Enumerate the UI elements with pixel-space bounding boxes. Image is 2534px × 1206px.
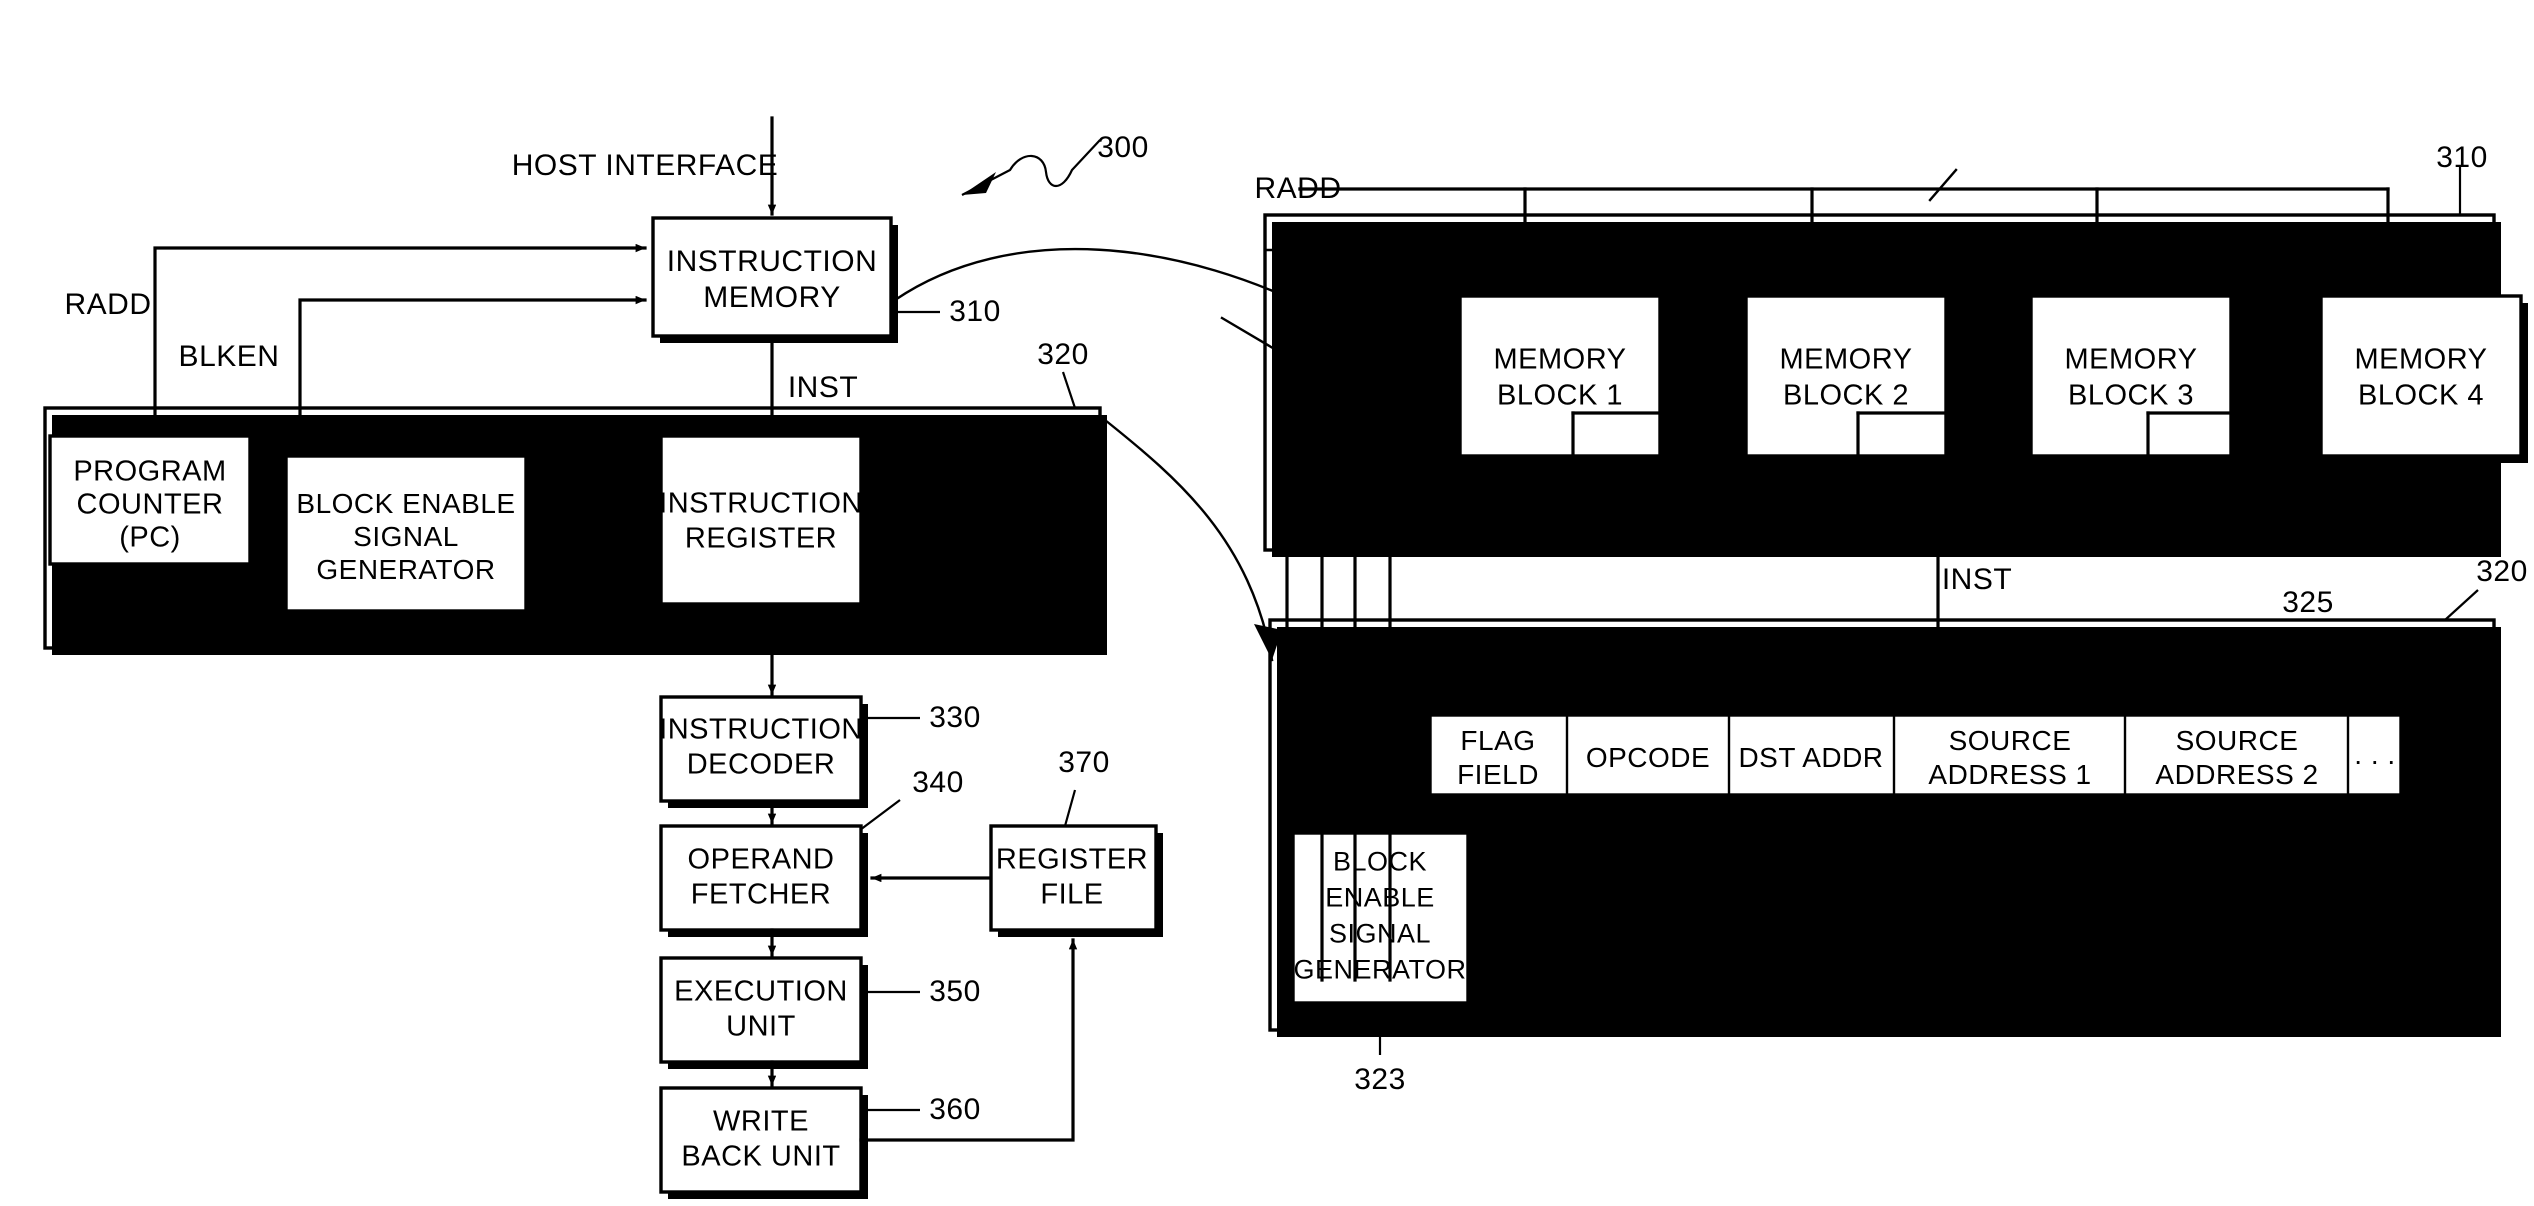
ref-register-file: 370: [1058, 745, 1110, 779]
ref-dst-addr: 327-3: [1771, 646, 1851, 680]
memory-block-1-line2: BLOCK 1: [1497, 379, 1623, 412]
memory-block-1-line1: MEMORY: [1493, 343, 1627, 376]
ref-instruction-fetch-unit: 320: [1037, 337, 1089, 371]
source-address-2-line2: ADDRESS 2: [2155, 759, 2319, 791]
ref-memory-block-3: 310-3: [2130, 225, 2210, 259]
operand-fetcher-line2: FETCHER: [690, 878, 832, 911]
opcode-field: OPCODE: [1585, 742, 1711, 774]
memory-block-2-line1: MEMORY: [1779, 343, 1913, 376]
ref-memory-container: 310: [2436, 140, 2488, 174]
ref-instruction-decoder: 330: [929, 700, 981, 734]
besg-right-line4: GENERATOR: [1293, 954, 1467, 985]
instruction-decoder-line2: DECODER: [686, 748, 836, 781]
instruction-decoder-line1: INSTRUCTION: [659, 713, 863, 746]
blksel-label-left: BLKSEL: [538, 480, 656, 514]
blken4-label: BLKEN4: [2225, 501, 2341, 534]
inst-label-left: INST: [787, 370, 859, 404]
source-address-1-line1: SOURCE: [1948, 725, 2072, 757]
memory-block-3-line2: BLOCK 3: [2068, 379, 2194, 412]
register-file-line1: REGISTER: [995, 843, 1149, 876]
source-address-2-line1: SOURCE: [2175, 725, 2299, 757]
write-back-unit-line2: BACK UNIT: [681, 1140, 841, 1173]
instruction-memory-line2: MEMORY: [703, 280, 841, 314]
blken1-label: BLKEN1: [1312, 391, 1428, 424]
memory-block-2-line2: BLOCK 2: [1783, 379, 1909, 412]
memory-block-3-line1: MEMORY: [2064, 343, 2198, 376]
re-label-right: RE: [1551, 942, 1595, 976]
ref-operand-fetcher: 340: [912, 765, 964, 799]
instruction-register-line1: INSTRUCTION: [659, 487, 863, 520]
program-counter-line3: (PC): [119, 521, 181, 554]
ref-besg-left: 323: [564, 582, 616, 616]
besg-left-line1: BLOCK ENABLE: [296, 488, 516, 520]
besg-right-line1: BLOCK: [1332, 846, 1428, 877]
ref-flag-field: 327-1: [1458, 646, 1538, 680]
dst-addr-field: DST ADDR: [1738, 742, 1884, 774]
program-counter-line1: PROGRAM: [73, 455, 227, 488]
ref-instruction-register-right: 325: [2282, 585, 2334, 619]
re-label-left: RE: [130, 574, 174, 608]
patent-figure: HOST INTERFACE INSTRUCTION MEMORY 310 30…: [0, 0, 2534, 1206]
write-back-unit-line1: WRITE: [713, 1105, 809, 1138]
ellipsis-field: . . .: [2354, 739, 2396, 771]
ref-write-back-unit: 360: [929, 1092, 981, 1126]
blken-label-left: BLKEN: [178, 339, 280, 373]
register-file-line2: FILE: [1040, 878, 1104, 911]
fetch-unit-title-line1: INSTRUCTION: [882, 511, 1086, 544]
blken3-label: BLKEN3: [1935, 468, 2051, 501]
instruction-register-line2: REGISTER: [684, 522, 838, 555]
ref-execution-unit: 350: [929, 974, 981, 1008]
memory-block-4-line1: MEMORY: [2354, 343, 2488, 376]
inst-label-right: INST: [1941, 562, 2013, 596]
ref-source-address-1: 327-4: [1970, 646, 2050, 680]
ref-instruction-register-left: 325: [908, 452, 960, 486]
ref-memory-block-4: 310-4: [2420, 225, 2500, 259]
instruction-memory-line1: INSTRUCTION: [666, 244, 878, 278]
host-interface-label: HOST INTERFACE: [511, 148, 779, 182]
besg-left-line3: GENERATOR: [316, 554, 496, 586]
ref-processor: 300: [1097, 130, 1149, 164]
ref-instruction-memory: 310: [949, 294, 1001, 328]
besg-left-line2: SIGNAL: [353, 521, 459, 553]
ref-memory-block-1: 310-1: [1560, 225, 1640, 259]
ref-instruction-format: 327: [2355, 855, 2407, 889]
blksel-label-right: BLKSEL: [1541, 857, 1659, 891]
ref-opcode: 327-2: [1608, 646, 1688, 680]
besg-right-line3: SIGNAL: [1328, 918, 1432, 949]
ref-memory-block-2: 310-2: [1846, 225, 1926, 259]
operand-fetcher-line1: OPERAND: [687, 843, 835, 876]
program-counter-line2: COUNTER: [76, 488, 224, 521]
fetch-unit-title-line2: FETCH UNIT: [895, 545, 1073, 578]
source-address-1-line2: ADDRESS 1: [1928, 759, 2092, 791]
ref-source-address-2: 327-5: [2197, 646, 2277, 680]
ref-program-counter: 321: [80, 609, 132, 643]
flag-field-line2: FIELD: [1457, 759, 1539, 791]
ref-fetch-unit-right: 320: [2476, 554, 2528, 588]
execution-unit-line2: UNIT: [726, 1010, 796, 1043]
blken2-label: BLKEN2: [1649, 468, 1765, 501]
radd-label-right: RADD: [1254, 171, 1342, 205]
besg-right-line2: ENABLE: [1325, 882, 1435, 913]
ref-besg-right: 323: [1354, 1062, 1406, 1096]
radd-label-left: RADD: [64, 287, 152, 321]
memory-block-4-line2: BLOCK 4: [2358, 379, 2484, 412]
execution-unit-line1: EXECUTION: [674, 975, 848, 1008]
flag-field-line1: FLAG: [1460, 725, 1536, 757]
